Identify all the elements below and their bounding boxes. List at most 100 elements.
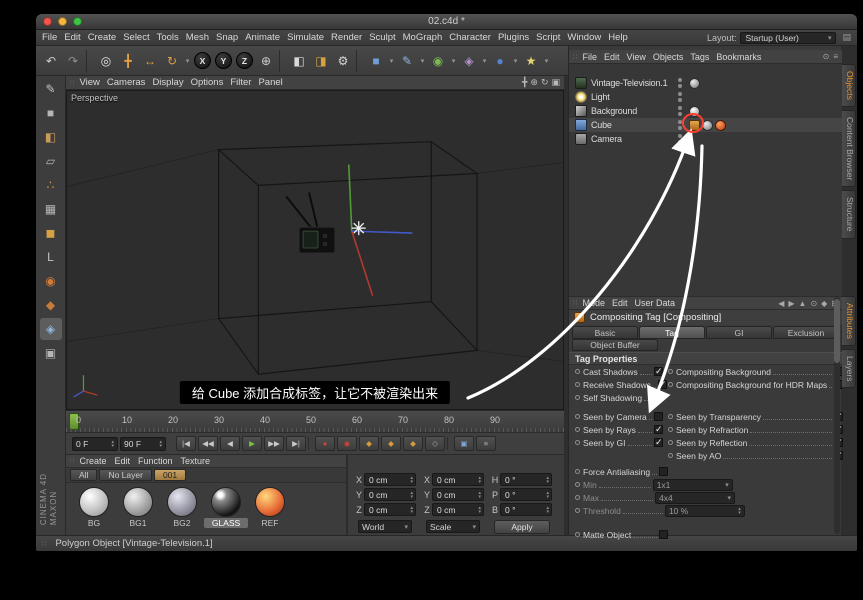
property-checkbox[interactable]	[654, 424, 663, 435]
object-name[interactable]: Cube	[591, 120, 675, 130]
object-manager-menu-item[interactable]: View	[627, 52, 646, 62]
phong-tag-icon[interactable]	[689, 77, 700, 89]
panel-grip-icon[interactable]: ∷	[573, 53, 577, 61]
zoom-window-button[interactable]	[73, 17, 82, 26]
layer-tab[interactable]: 001	[153, 469, 187, 481]
position-field[interactable]: 0 cm ▴ ▾	[364, 503, 416, 516]
rotate-tool-icon[interactable]: ↻	[161, 50, 183, 72]
keyframe-dot-icon[interactable]	[668, 453, 673, 458]
enable-axis-icon[interactable]: L	[40, 246, 62, 268]
y-axis-lock-button[interactable]: Y	[215, 52, 232, 69]
om-search-icon[interactable]: ⊙	[823, 52, 830, 61]
editor-visibility-dot[interactable]	[678, 134, 682, 138]
point-mode-icon[interactable]: ∴	[40, 174, 62, 196]
keyframe-dot-icon[interactable]	[575, 508, 580, 513]
scrollbar-thumb[interactable]	[834, 299, 840, 363]
menu-item[interactable]: Tools	[157, 32, 179, 43]
keyframe-dot-icon[interactable]	[668, 414, 673, 419]
spinner-icon[interactable]: ▴ ▾	[478, 490, 481, 499]
transport-separator[interactable]	[447, 437, 452, 450]
keyframe-dot-icon[interactable]	[575, 395, 580, 400]
material-menu-item[interactable]: Create	[79, 456, 106, 466]
model-mode-icon[interactable]: ■	[40, 102, 62, 124]
viewport-menu-item[interactable]: Cameras	[107, 77, 146, 88]
edge-mode-icon[interactable]: ▦	[40, 198, 62, 220]
undo-icon[interactable]: ↶	[40, 50, 62, 72]
object-manager-menu-item[interactable]: Bookmarks	[716, 52, 761, 62]
panel-grip-icon[interactable]: ∷	[573, 299, 577, 307]
spinner-icon[interactable]: ▴ ▾	[546, 490, 549, 499]
side-tab[interactable]: Layers	[842, 348, 856, 389]
material-swatch[interactable]: BG	[72, 485, 116, 528]
menu-item[interactable]: Help	[608, 32, 628, 43]
object-manager-menu-item[interactable]: Objects	[653, 52, 684, 62]
attribute-tab[interactable]: Tag	[639, 326, 705, 339]
timeline-ruler[interactable]: 0 10 20 30 40 50 60 70 80 90	[66, 410, 564, 432]
deformer-dropdown[interactable]: ▾	[480, 50, 489, 72]
editor-visibility-dot[interactable]	[678, 106, 682, 110]
spinner-icon[interactable]: ▴ ▾	[410, 475, 413, 484]
material-swatch[interactable]: BG1	[116, 485, 160, 528]
size-field[interactable]: 0 cm ▴ ▾	[432, 473, 484, 486]
side-tab[interactable]: Objects	[842, 64, 856, 107]
menu-item[interactable]: Snap	[216, 32, 238, 43]
scale-tool-icon[interactable]: ↔	[139, 50, 161, 72]
attribute-tab[interactable]: Basic	[572, 326, 638, 339]
property-checkbox[interactable]	[659, 467, 668, 476]
layout-select[interactable]: Startup (User) ▾	[740, 31, 837, 44]
coordinate-mode-select[interactable]: World ▾	[358, 520, 412, 533]
editor-visibility-dot[interactable]	[678, 78, 682, 82]
side-tab[interactable]: Structure	[842, 190, 856, 239]
rotation-field[interactable]: 0 ° ▴ ▾	[500, 488, 552, 501]
menu-item[interactable]: Sculpt	[369, 32, 395, 43]
move-tool-icon[interactable]: ╋	[117, 50, 139, 72]
environment-button[interactable]: ●	[489, 50, 511, 72]
render-settings-button[interactable]: ⚙	[332, 50, 354, 72]
record-rotation-icon[interactable]: ◆	[403, 436, 423, 451]
spinner-icon[interactable]: ▴ ▾	[546, 475, 549, 484]
keyframe-dot-icon[interactable]	[575, 369, 580, 374]
rotation-field[interactable]: 0 ° ▴ ▾	[500, 473, 552, 486]
render-picture-viewer-button[interactable]: ◨	[310, 50, 332, 72]
start-frame-field[interactable]: 0 F ▴ ▾	[72, 436, 118, 451]
spinner-icon[interactable]: ▴ ▾	[410, 490, 413, 499]
keyframe-dot-icon[interactable]	[575, 532, 580, 537]
min-select[interactable]: 1x1 ▾	[652, 478, 733, 491]
tool-history-dropdown[interactable]: ▾	[183, 50, 192, 72]
attribute-menu-item[interactable]: User Data	[635, 298, 676, 308]
object-name[interactable]: Vintage-Television.1	[591, 78, 675, 88]
spline-pen-button[interactable]: ✎	[396, 50, 418, 72]
key-icon[interactable]: ◆	[821, 299, 827, 308]
menu-item[interactable]: Select	[123, 32, 149, 43]
layer-tab[interactable]: No Layer	[99, 469, 152, 481]
om-options-icon[interactable]: ≡	[833, 52, 838, 61]
material-swatch[interactable]: BG2	[160, 485, 204, 528]
record-position-icon[interactable]: ◆	[359, 436, 379, 451]
material-menu-item[interactable]: Function	[138, 456, 173, 466]
object-row-camera[interactable]: Camera	[569, 132, 842, 146]
material-menu-item[interactable]: Texture	[181, 456, 211, 466]
transport-options-button[interactable]: ≡	[476, 436, 496, 451]
titlebar[interactable]: 02.c4d *	[36, 14, 857, 30]
generator-dropdown[interactable]: ▾	[449, 50, 458, 72]
object-row-cube[interactable]: Cube	[569, 118, 842, 132]
phong-tag-icon[interactable]	[702, 119, 713, 131]
toolbar-separator[interactable]	[279, 49, 286, 72]
render-visibility-dot[interactable]	[678, 98, 682, 102]
goto-start-button[interactable]: |◀	[176, 436, 196, 451]
attribute-tab[interactable]: Exclusion	[773, 326, 839, 339]
goto-end-button[interactable]: ▶|	[286, 436, 306, 451]
record-button[interactable]: ●	[315, 436, 335, 451]
keyframe-dot-icon[interactable]	[575, 482, 580, 487]
keyframe-dot-icon[interactable]	[575, 469, 580, 474]
autokey-button[interactable]: ◉	[337, 436, 357, 451]
editor-visibility-dot[interactable]	[678, 120, 682, 124]
layer-tab[interactable]: All	[70, 469, 98, 481]
render-view-button[interactable]: ◧	[288, 50, 310, 72]
toolbar-separator[interactable]	[86, 49, 93, 72]
texture-mode-icon[interactable]: ◧	[40, 126, 62, 148]
apply-button[interactable]: Apply	[494, 520, 550, 534]
viewport[interactable]: Perspective 给 Cube 添加合成标签，让它不被渲染出来	[66, 90, 564, 410]
solo-button[interactable]: ▣	[454, 436, 474, 451]
menu-item[interactable]: Simulate	[287, 32, 324, 43]
